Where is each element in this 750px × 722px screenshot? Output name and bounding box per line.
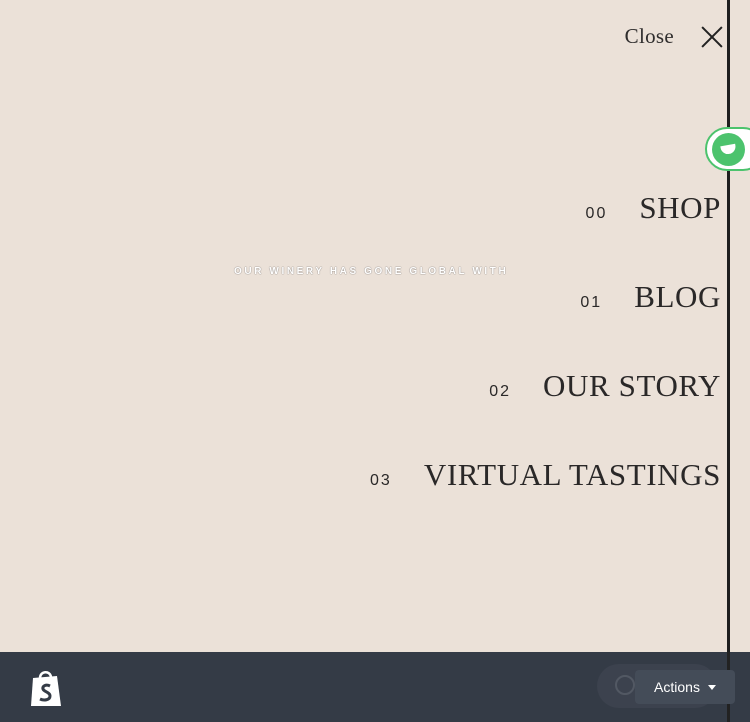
chat-icon: [712, 133, 745, 166]
menu-item-number: 03: [370, 472, 392, 489]
chat-widget-button[interactable]: [705, 127, 750, 171]
menu-item-number: 01: [580, 294, 603, 311]
chevron-down-icon: [707, 684, 716, 690]
main-menu: 00 SHOP 01 BLOG 02 OUR STORY 03 VIRTUAL …: [370, 190, 721, 546]
close-button[interactable]: Close: [625, 24, 724, 49]
close-icon[interactable]: [700, 25, 724, 49]
close-label: Close: [624, 24, 674, 48]
menu-item-label: OUR STORY: [543, 368, 721, 403]
menu-item-label: BLOG: [634, 279, 721, 314]
shopify-preview-bar: Actions: [0, 652, 750, 722]
menu-item-virtual-tastings[interactable]: 03 VIRTUAL TASTINGS: [370, 457, 721, 546]
menu-item-number: 00: [585, 205, 608, 222]
help-icon: [615, 675, 635, 695]
menu-item-blog[interactable]: 01 BLOG: [370, 279, 721, 368]
menu-item-label: SHOP: [639, 190, 721, 225]
actions-dropdown[interactable]: Actions: [635, 670, 735, 704]
menu-item-our-story[interactable]: 02 OUR STORY: [370, 368, 721, 457]
vertical-divider: [727, 0, 730, 652]
actions-label: Actions: [654, 679, 700, 695]
shopify-bag-icon[interactable]: [28, 668, 64, 708]
menu-item-label: VIRTUAL TASTINGS: [423, 457, 721, 492]
menu-item-number: 02: [489, 383, 512, 400]
menu-item-shop[interactable]: 00 SHOP: [370, 190, 721, 279]
